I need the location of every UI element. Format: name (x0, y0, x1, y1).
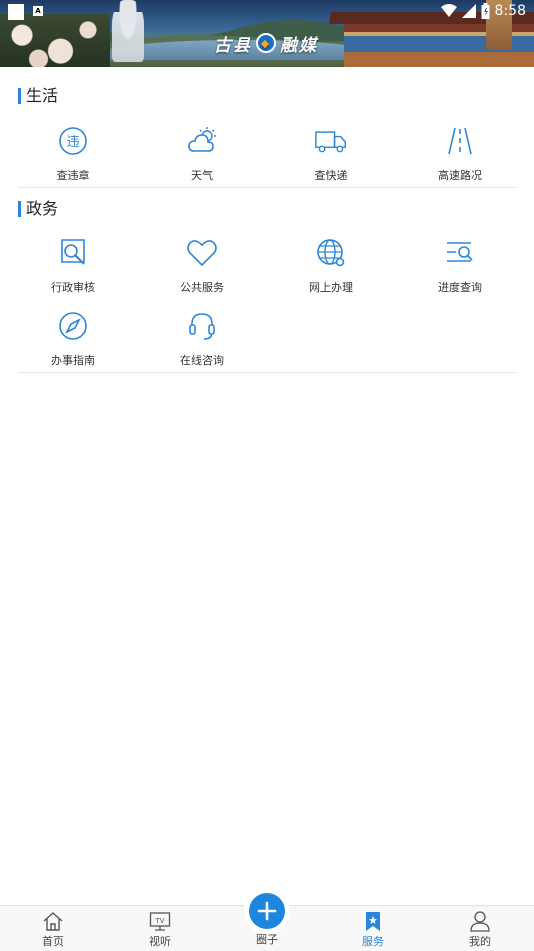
service-label: 在线咨询 (180, 354, 224, 367)
wifi-icon (440, 4, 457, 17)
service-item-delivery[interactable]: 查快递 (276, 125, 386, 191)
tab-label: 我的 (469, 935, 491, 948)
service-label: 进度查询 (438, 281, 482, 294)
tv-glyph: TV (154, 917, 164, 925)
brand-text-left: 古县 (214, 35, 252, 56)
header-banner: 古县 ◆ 融媒 A 8:58 (0, 0, 534, 67)
heart-icon (187, 240, 217, 267)
service-label: 查违章 (56, 169, 90, 182)
service-label: 行政审核 (51, 281, 95, 294)
weather-icon (188, 127, 216, 152)
compass-icon (59, 312, 87, 340)
status-time: 8:58 (494, 3, 526, 19)
plus-icon (257, 901, 277, 921)
service-label: 公共服务 (180, 281, 224, 294)
tv-icon: TV (149, 912, 171, 931)
tab-label: 首页 (42, 935, 64, 948)
violation-icon: 违 (59, 127, 87, 155)
service-item-public-service[interactable]: 公共服务 (147, 237, 257, 303)
status-bar: A 8:58 (0, 0, 534, 24)
delivery-truck-icon (315, 131, 346, 153)
service-label: 高速路况 (438, 169, 482, 182)
section-government: 政务 行政审核 公共服务 网上办理 进度查询 办事指南 在线咨询 (18, 200, 516, 372)
tab-service[interactable]: 服务 (320, 906, 426, 951)
tab-media[interactable]: TV 视听 (107, 906, 213, 951)
notification-icon (8, 4, 24, 20)
service-item-consult[interactable]: 在线咨询 (147, 310, 257, 376)
service-label: 查快递 (314, 169, 348, 182)
tab-home[interactable]: 首页 (0, 906, 106, 951)
service-item-weather[interactable]: 天气 (147, 125, 257, 191)
notification-badge: A (33, 6, 43, 16)
service-item-highway[interactable]: 高速路况 (405, 125, 515, 191)
highway-icon (448, 127, 472, 155)
globe-icon (317, 239, 345, 267)
section-divider (18, 187, 516, 188)
service-label: 办事指南 (51, 354, 95, 367)
section-title-government: 政务 (18, 200, 58, 218)
section-life: 生活 违 查违章 天气 查快递 高速路况 (18, 87, 516, 187)
service-item-violation[interactable]: 违 查违章 (18, 125, 128, 191)
service-item-guide[interactable]: 办事指南 (18, 310, 128, 376)
brand-mark-icon: ◆ (256, 33, 276, 53)
progress-search-icon (447, 242, 473, 262)
headset-icon (189, 313, 215, 340)
brand-text-right: 融媒 (280, 35, 318, 56)
tab-label: 服务 (362, 935, 384, 948)
tab-label-circle: 圈子 (256, 933, 278, 946)
service-label: 网上办理 (309, 281, 353, 294)
service-label: 天气 (191, 169, 213, 182)
service-item-progress-query[interactable]: 进度查询 (405, 237, 515, 303)
status-right: 8:58 (440, 3, 526, 19)
profile-icon (470, 911, 490, 932)
cell-signal-icon (461, 4, 476, 18)
service-item-online-process[interactable]: 网上办理 (276, 237, 386, 303)
section-title-life: 生活 (18, 87, 58, 105)
section-divider (18, 372, 516, 373)
battery-icon (481, 3, 490, 19)
tab-label: 视听 (149, 935, 171, 948)
violation-glyph: 违 (66, 135, 79, 150)
tab-circle-fab[interactable] (249, 893, 285, 929)
brand-logo: 古县 ◆ 融媒 (214, 30, 318, 56)
review-search-icon (61, 239, 85, 265)
service-bookmark-icon (366, 912, 380, 931)
home-icon (43, 912, 63, 931)
tab-profile[interactable]: 我的 (427, 906, 533, 951)
service-item-admin-review[interactable]: 行政审核 (18, 237, 128, 303)
